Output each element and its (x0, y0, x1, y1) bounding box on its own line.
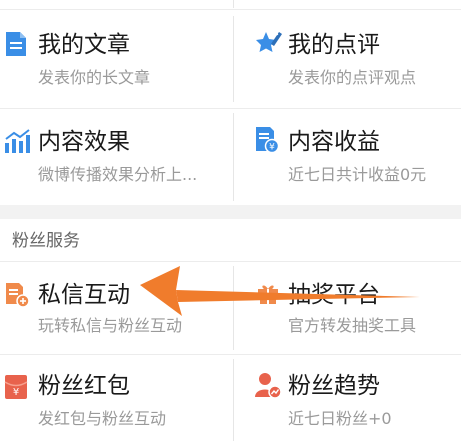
content-effect-title: 内容效果 (38, 129, 130, 155)
my-articles-subtitle: 发表你的长文章 (38, 68, 151, 87)
content-income-subtitle: 近七日共计收益0元 (288, 165, 427, 184)
lottery-item[interactable]: 抽奖平台 官方转发抽奖工具 (234, 262, 461, 354)
person-trend-icon (255, 373, 282, 399)
red-packet-icon: ¥ (4, 375, 28, 399)
star-pen-icon (256, 32, 282, 52)
gift-icon (258, 285, 278, 304)
private-message-subtitle: 玩转私信与粉丝互动 (38, 316, 183, 335)
services-row-2: ¥ 粉丝红包 发红包与粉丝互动 粉丝趋势 近七日粉丝+0 (0, 355, 461, 441)
tools-row-1: 我的文章 发表你的长文章 我的点评 发表你的点评观点 (0, 10, 461, 108)
content-income-title: 内容收益 (288, 129, 380, 155)
svg-text:¥: ¥ (269, 143, 275, 153)
message-doc-icon (6, 283, 30, 308)
content-effect-item[interactable]: 内容效果 微博传播效果分析上... (0, 109, 233, 205)
my-reviews-title: 我的点评 (288, 32, 380, 58)
fan-trend-item[interactable]: 粉丝趋势 近七日粉丝+0 (234, 355, 461, 441)
document-icon (6, 32, 26, 56)
my-articles-title: 我的文章 (38, 32, 130, 58)
content-income-item[interactable]: ¥ 内容收益 近七日共计收益0元 (234, 109, 461, 205)
red-packet-title: 粉丝红包 (38, 373, 130, 399)
lottery-title: 抽奖平台 (288, 282, 380, 308)
yuan-document-icon: ¥ (256, 127, 280, 153)
my-articles-item[interactable]: 我的文章 发表你的长文章 (0, 10, 233, 108)
private-message-item[interactable]: 私信互动 玩转私信与粉丝互动 (0, 262, 233, 354)
private-message-title: 私信互动 (38, 282, 130, 308)
section-gap (0, 205, 461, 219)
section-title: 粉丝服务 (12, 231, 80, 251)
my-reviews-subtitle: 发表你的点评观点 (288, 68, 417, 87)
red-packet-subtitle: 发红包与粉丝互动 (38, 409, 167, 428)
fan-trend-title: 粉丝趋势 (288, 373, 380, 399)
fan-trend-subtitle: 近七日粉丝+0 (288, 409, 392, 428)
fan-services-header: 粉丝服务 (0, 219, 461, 261)
tools-row-2: 内容效果 微博传播效果分析上... ¥ 内容收益 近七日共计收益0元 (0, 109, 461, 205)
red-packet-item[interactable]: ¥ 粉丝红包 发红包与粉丝互动 (0, 355, 233, 441)
my-reviews-item[interactable]: 我的点评 发表你的点评观点 (234, 10, 461, 108)
lottery-subtitle: 官方转发抽奖工具 (288, 316, 417, 335)
column-divider (233, 0, 234, 8)
services-row-1: 私信互动 玩转私信与粉丝互动 抽奖平台 官方转发抽奖工具 (0, 262, 461, 354)
svg-text:¥: ¥ (13, 387, 19, 398)
bar-chart-icon (5, 129, 30, 153)
content-effect-subtitle: 微博传播效果分析上... (38, 165, 198, 184)
